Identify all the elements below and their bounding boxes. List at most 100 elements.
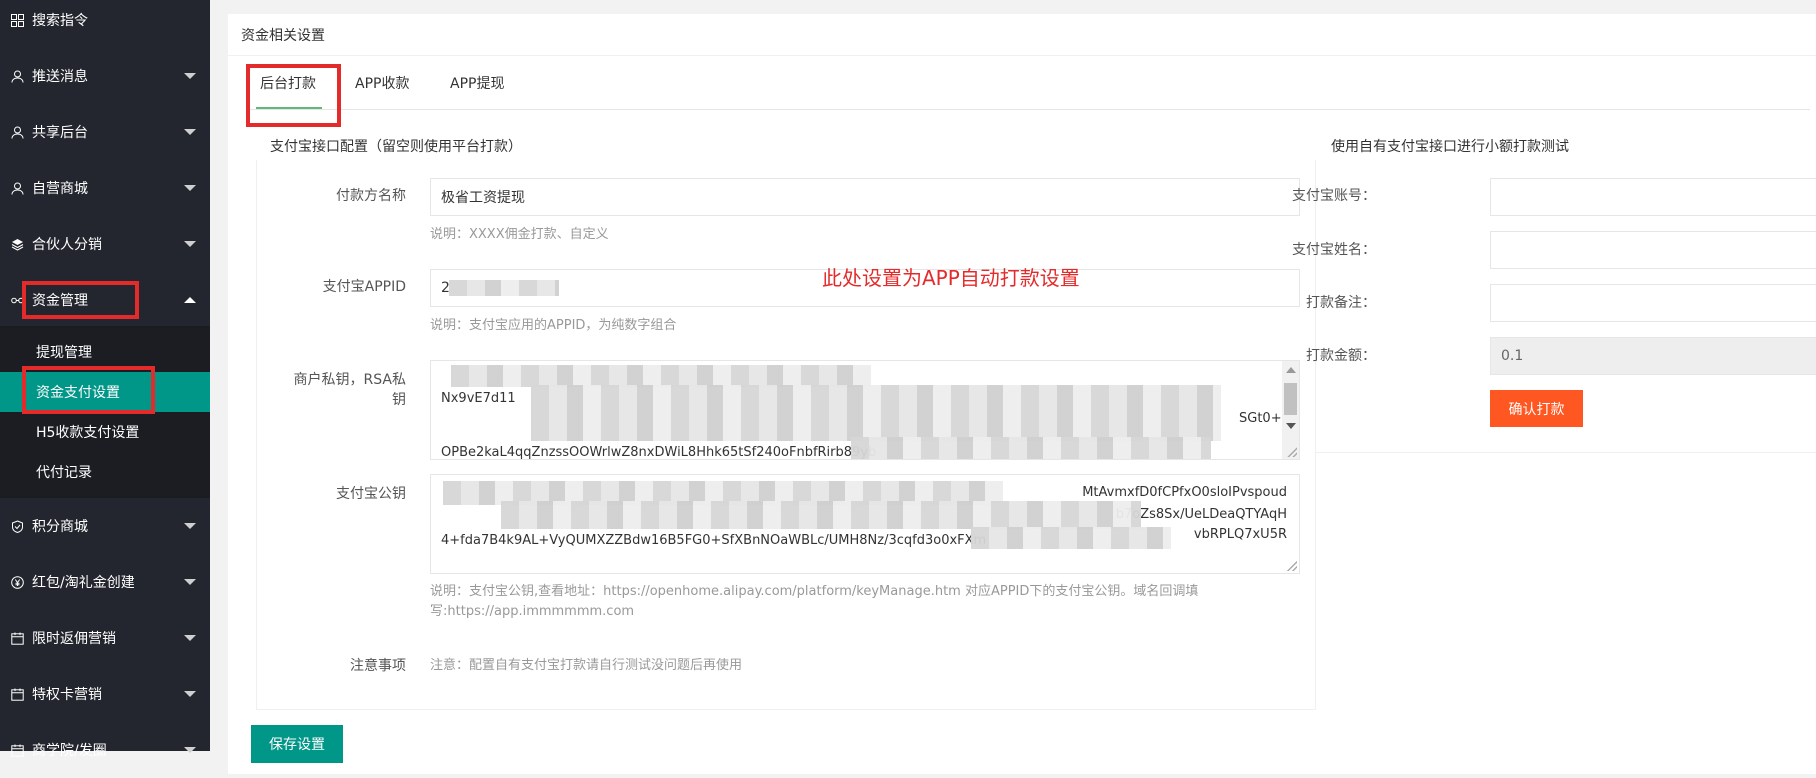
- payment-remark-input[interactable]: [1490, 284, 1816, 322]
- yen-icon: [10, 575, 24, 589]
- appid-label: 支付宝APPID: [322, 279, 406, 295]
- sidebar-item-label: 红包/淘礼金创建: [32, 575, 135, 591]
- calendar-icon: [10, 743, 24, 757]
- scroll-up-icon: [1286, 367, 1296, 373]
- payer-name-label: 付款方名称: [336, 188, 406, 204]
- annotation-text: 此处设置为APP自动打款设置: [822, 266, 1080, 290]
- chevron-down-icon: [184, 635, 196, 641]
- resize-handle-icon[interactable]: [1287, 561, 1297, 571]
- chevron-down-icon: [184, 523, 196, 529]
- private-key-label-text: 商户私钥，RSA私钥: [293, 372, 406, 408]
- sidebar-item-label: 合伙人分销: [32, 237, 102, 253]
- submenu-item-label: H5收款支付设置: [36, 425, 140, 441]
- redacted-pubkey-3: [971, 527, 1171, 549]
- user-icon: [10, 69, 24, 83]
- sidebar-item-partner-distribution[interactable]: 合伙人分销: [0, 216, 210, 272]
- user-icon: [10, 125, 24, 139]
- submenu-item-h5-payment-settings[interactable]: H5收款支付设置: [0, 412, 210, 452]
- redacted-key-2: [531, 385, 1221, 441]
- submenu-item-agent-payment-records[interactable]: 代付记录: [0, 452, 210, 492]
- sidebar-item-business-school[interactable]: 商学院/发圈: [0, 722, 210, 778]
- chevron-down-icon: [184, 691, 196, 697]
- payer-name-value: 极省工资提现: [441, 190, 525, 206]
- sidebar-item-self-mall[interactable]: 自营商城: [0, 160, 210, 216]
- public-key-textarea[interactable]: MtAvmxfD0fCPfxO0sloIPvspoud b7oZs8Sx/UeL…: [430, 474, 1300, 574]
- alipay-name-input[interactable]: [1490, 231, 1816, 269]
- sidebar-item-label: 共享后台: [32, 125, 88, 141]
- tab-app-collection[interactable]: APP收款: [355, 58, 409, 110]
- public-key-hint: 说明：支付宝公钥,查看地址：https://openhome.alipay.co…: [430, 584, 1199, 619]
- calendar-icon: [10, 631, 24, 645]
- public-key-line-2: b7oZs8Sx/UeLDeaQTYAqH: [1115, 507, 1287, 522]
- payment-amount-value: 0.1: [1501, 348, 1524, 364]
- tab-app-withdrawal[interactable]: APP提现: [450, 58, 504, 110]
- confirm-payment-button[interactable]: 确认打款: [1490, 390, 1583, 427]
- payer-name-hint: 说明：XXXX佣金打款、自定义: [430, 227, 609, 242]
- chevron-down-icon: [184, 747, 196, 753]
- alipay-config-title: 支付宝接口配置（留空则使用平台打款）: [270, 139, 522, 155]
- tab-backend-payment[interactable]: 后台打款: [260, 58, 316, 110]
- chevron-down-icon: [184, 241, 196, 247]
- chevron-down-icon: [184, 129, 196, 135]
- sidebar-item-label: 资金管理: [32, 293, 88, 309]
- sidebar-item-push-messages[interactable]: 推送消息: [0, 48, 210, 104]
- sidebar-item-label: 商学院/发圈: [32, 743, 107, 759]
- sidebar-item-limited-commission[interactable]: 限时返佣营销: [0, 610, 210, 666]
- sidebar-item-search-command[interactable]: 搜索指令: [0, 0, 210, 48]
- sidebar-item-red-packet[interactable]: 红包/淘礼金创建: [0, 554, 210, 610]
- redacted-appid: [449, 280, 559, 296]
- submenu-item-label: 提现管理: [36, 345, 92, 361]
- private-key-scrollbar[interactable]: [1282, 361, 1299, 459]
- shield-icon: [10, 519, 24, 533]
- scroll-down-icon: [1286, 423, 1296, 429]
- private-key-label: 商户私钥，RSA私钥: [246, 370, 406, 410]
- redacted-key-1: [451, 365, 871, 387]
- layers-icon: [10, 237, 24, 251]
- sidebar-item-label: 推送消息: [32, 69, 88, 85]
- chevron-down-icon: [184, 579, 196, 585]
- private-key-line-1: Nx9vE7d11: [441, 391, 516, 406]
- save-settings-button[interactable]: 保存设置: [251, 725, 343, 763]
- payment-amount-input[interactable]: 0.1: [1490, 337, 1816, 375]
- sidebar-item-shared-backend[interactable]: 共享后台: [0, 104, 210, 160]
- sidebar-item-label: 自营商城: [32, 181, 88, 197]
- private-key-textarea[interactable]: Nx9vE7d11 SGt0+WT OPBe2kaL4qqZnzssOOWrlw…: [430, 360, 1300, 460]
- sidebar-item-privilege-card[interactable]: 特权卡营销: [0, 666, 210, 722]
- redacted-pubkey-2: [501, 501, 1141, 529]
- chevron-down-icon: [184, 73, 196, 79]
- tab-bar: 后台打款 APP收款 APP提现: [250, 58, 1810, 110]
- payer-name-input[interactable]: 极省工资提现: [430, 178, 1300, 216]
- chevron-up-icon: [184, 297, 196, 303]
- sidebar-item-label: 限时返佣营销: [32, 631, 116, 647]
- link-icon: [10, 293, 24, 307]
- sidebar-item-points-mall[interactable]: 积分商城: [0, 498, 210, 554]
- public-key-line-1: MtAvmxfD0fCPfxO0sloIPvspoud: [1082, 485, 1287, 500]
- submenu-item-label: 资金支付设置: [36, 385, 120, 401]
- public-key-line-3: 4+fda7B4k9AL+VyQUMXZZBdw16B5FG0+SfXBnNOa…: [441, 533, 987, 548]
- sidebar-item-fund-management[interactable]: 资金管理: [0, 272, 210, 328]
- fund-management-submenu: 提现管理 资金支付设置 H5收款支付设置 代付记录: [0, 326, 210, 498]
- alipay-account-label: 支付宝账号：: [1292, 188, 1376, 204]
- private-key-line-3: OPBe2kaL4qqZnzssOOWrlwZ8nxDWiL8Hhk65tSf2…: [441, 445, 877, 460]
- payment-amount-label: 打款金额：: [1306, 348, 1376, 364]
- payment-remark-label: 打款备注：: [1306, 295, 1376, 311]
- notice-text: 注意：配置自有支付宝打款请自行测试没问题后再使用: [430, 658, 743, 673]
- alipay-account-input[interactable]: [1490, 178, 1816, 216]
- grid-icon: [10, 13, 24, 27]
- redacted-key-3: [851, 437, 1211, 459]
- sidebar-item-label: 积分商城: [32, 519, 88, 535]
- scroll-thumb[interactable]: [1284, 383, 1297, 415]
- resize-handle-icon[interactable]: [1287, 447, 1297, 457]
- public-key-line-4: vbRPLQ7xU5R: [1193, 527, 1287, 542]
- submenu-item-withdrawal-management[interactable]: 提现管理: [0, 332, 210, 372]
- alipay-name-label: 支付宝姓名：: [1292, 242, 1376, 258]
- submenu-item-fund-payment-settings[interactable]: 资金支付设置: [0, 372, 210, 412]
- sidebar: 搜索指令 推送消息 共享后台 自营商城 合伙人分销 资金管理 提现管理 资金支付…: [0, 0, 210, 759]
- user-icon: [10, 181, 24, 195]
- submenu-item-label: 代付记录: [36, 465, 92, 481]
- appid-hint: 说明：支付宝应用的APPID，为纯数字组合: [430, 318, 677, 333]
- notice-label: 注意事项: [350, 658, 406, 674]
- test-payment-title: 使用自有支付宝接口进行小额打款测试: [1331, 139, 1569, 155]
- public-key-label: 支付宝公钥: [336, 486, 406, 502]
- calendar-icon: [10, 687, 24, 701]
